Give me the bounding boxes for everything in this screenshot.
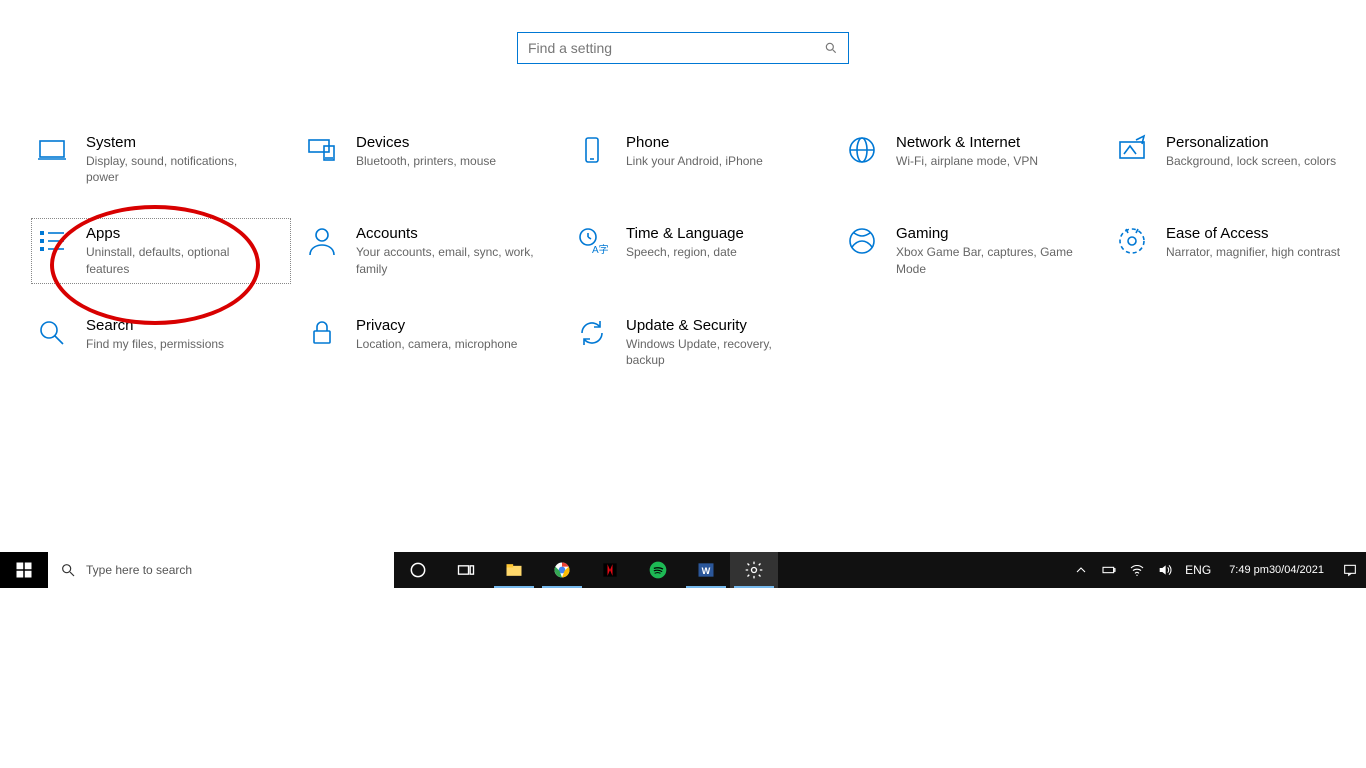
tile-desc: Bluetooth, printers, mouse [356, 153, 496, 169]
tile-desc: Uninstall, defaults, optional features [86, 244, 266, 276]
word-button[interactable]: W [682, 552, 730, 588]
tile-phone[interactable]: Phone Link your Android, iPhone [572, 128, 830, 191]
tile-title: System [86, 134, 266, 151]
time-language-icon: A字 [576, 225, 608, 257]
tile-update-security[interactable]: Update & Security Windows Update, recover… [572, 311, 830, 374]
tile-title: Privacy [356, 317, 517, 334]
taskbar: Type here to search W ENG 7:49 pm 30/04/… [0, 552, 1366, 588]
settings-button[interactable] [730, 552, 778, 588]
tile-desc: Link your Android, iPhone [626, 153, 763, 169]
start-button[interactable] [0, 552, 48, 588]
tile-accounts[interactable]: Accounts Your accounts, email, sync, work… [302, 219, 560, 282]
phone-icon [576, 134, 608, 166]
volume-icon[interactable] [1157, 562, 1173, 578]
tile-title: Personalization [1166, 134, 1336, 151]
tile-personalization[interactable]: Personalization Background, lock screen, … [1112, 128, 1366, 191]
tile-devices[interactable]: Devices Bluetooth, printers, mouse [302, 128, 560, 191]
search-container [0, 0, 1366, 64]
spotify-button[interactable] [634, 552, 682, 588]
tile-ease-of-access[interactable]: Ease of Access Narrator, magnifier, high … [1112, 219, 1366, 282]
tile-title: Time & Language [626, 225, 744, 242]
paint-icon [1116, 134, 1148, 166]
battery-icon[interactable] [1101, 562, 1117, 578]
tile-desc: Narrator, magnifier, high contrast [1166, 244, 1340, 260]
search-icon [824, 41, 838, 55]
accessibility-icon [1116, 225, 1148, 257]
svg-text:A字: A字 [592, 243, 608, 256]
clock[interactable]: 7:49 pm 30/04/2021 [1223, 564, 1330, 576]
tile-title: Search [86, 317, 224, 334]
system-icon [36, 134, 68, 166]
person-icon [306, 225, 338, 257]
update-icon [576, 317, 608, 349]
settings-window: System Display, sound, notifications, pow… [0, 0, 1366, 586]
tile-desc: Background, lock screen, colors [1166, 153, 1336, 169]
tile-desc: Display, sound, notifications, power [86, 153, 266, 185]
tile-gaming[interactable]: Gaming Xbox Game Bar, captures, Game Mode [842, 219, 1100, 282]
apps-icon [36, 225, 68, 257]
tile-title: Phone [626, 134, 763, 151]
taskbar-search-placeholder: Type here to search [86, 563, 192, 577]
tile-title: Update & Security [626, 317, 806, 334]
netflix-button[interactable] [586, 552, 634, 588]
wifi-icon[interactable] [1129, 562, 1145, 578]
tile-desc: Location, camera, microphone [356, 336, 517, 352]
tile-search[interactable]: Search Find my files, permissions [32, 311, 290, 374]
taskbar-search[interactable]: Type here to search [48, 552, 394, 588]
action-center-icon[interactable] [1342, 562, 1358, 578]
devices-icon [306, 134, 338, 166]
clock-date: 30/04/2021 [1269, 564, 1324, 576]
magnifier-icon [36, 317, 68, 349]
tray-chevron-icon[interactable] [1073, 562, 1089, 578]
tile-desc: Xbox Game Bar, captures, Game Mode [896, 244, 1076, 276]
tile-desc: Speech, region, date [626, 244, 744, 260]
search-icon [60, 562, 76, 578]
tile-title: Apps [86, 225, 266, 242]
tile-title: Accounts [356, 225, 536, 242]
task-view-button[interactable] [442, 552, 490, 588]
svg-text:W: W [702, 566, 711, 576]
tile-desc: Wi-Fi, airplane mode, VPN [896, 153, 1038, 169]
tile-privacy[interactable]: Privacy Location, camera, microphone [302, 311, 560, 374]
xbox-icon [846, 225, 878, 257]
cortana-button[interactable] [394, 552, 442, 588]
tile-title: Gaming [896, 225, 1076, 242]
tile-desc: Your accounts, email, sync, work, family [356, 244, 536, 276]
clock-time: 7:49 pm [1229, 564, 1269, 576]
settings-grid: System Display, sound, notifications, pow… [32, 128, 1342, 374]
globe-icon [846, 134, 878, 166]
tile-title: Ease of Access [1166, 225, 1340, 242]
tile-system[interactable]: System Display, sound, notifications, pow… [32, 128, 290, 191]
tile-desc: Windows Update, recovery, backup [626, 336, 806, 368]
tile-time-language[interactable]: A字 Time & Language Speech, region, date [572, 219, 830, 282]
tile-desc: Find my files, permissions [86, 336, 224, 352]
system-tray: ENG 7:49 pm 30/04/2021 [1073, 552, 1366, 588]
tile-network[interactable]: Network & Internet Wi-Fi, airplane mode, … [842, 128, 1100, 191]
file-explorer-button[interactable] [490, 552, 538, 588]
tile-title: Devices [356, 134, 496, 151]
chrome-button[interactable] [538, 552, 586, 588]
settings-search-box[interactable] [517, 32, 849, 64]
tile-title: Network & Internet [896, 134, 1038, 151]
tile-apps[interactable]: Apps Uninstall, defaults, optional featur… [32, 219, 290, 282]
language-indicator[interactable]: ENG [1185, 563, 1211, 577]
lock-icon [306, 317, 338, 349]
settings-search-input[interactable] [528, 40, 824, 56]
